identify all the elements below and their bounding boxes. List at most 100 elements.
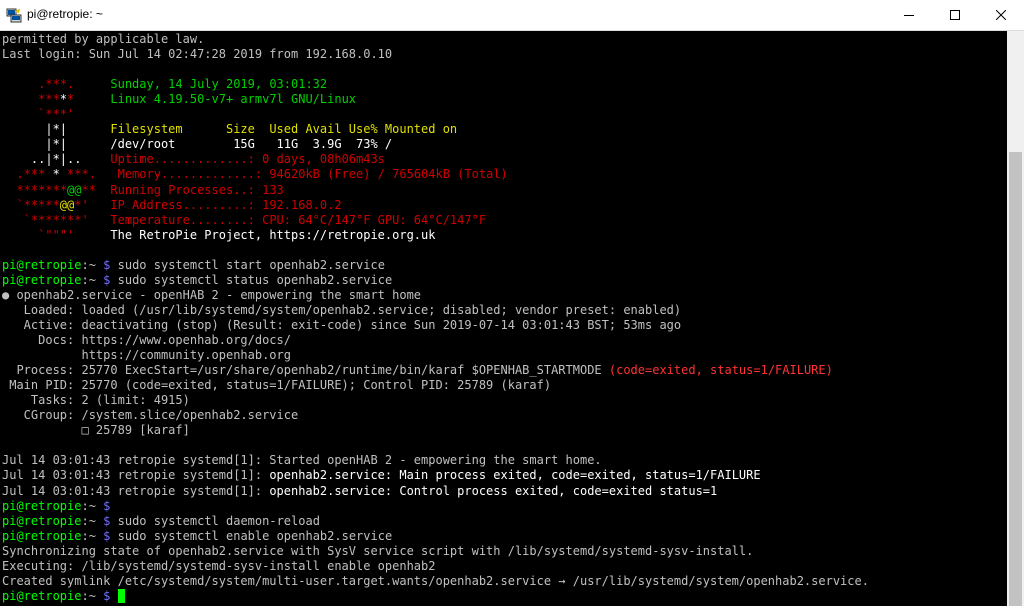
terminal-text: □ 25789 [karaf] (2, 423, 190, 438)
terminal-line: Jul 14 03:01:43 retropie systemd[1]: ope… (2, 484, 717, 499)
terminal-output[interactable]: permitted by applicable law. Last login: … (0, 31, 1007, 606)
terminal-text: Synchronizing state of openhab2.service … (2, 543, 754, 558)
terminal-text: :~ (81, 588, 104, 603)
terminal-line: Process: 25770 ExecStart=/usr/share/open… (2, 363, 832, 378)
terminal-text: Process: 25770 ExecStart=/usr/share/open… (2, 363, 609, 378)
terminal-text: @@ (67, 182, 82, 197)
terminal-window: pi@retropie: ~ permitted by applicable l… (0, 0, 1024, 606)
terminal-line: Executing: /lib/systemd/systemd-sysv-ins… (2, 559, 435, 574)
terminal-text: |*| (2, 122, 111, 137)
terminal-text: CGroup: /system.slice/openhab2.service (2, 408, 299, 423)
terminal-line: pi@retropie:~ $ sudo systemctl daemon-re… (2, 514, 320, 529)
terminal-text: `"""' (2, 227, 111, 242)
terminal-line: Main PID: 25770 (code=exited, status=1/F… (2, 378, 551, 393)
minimize-icon (904, 15, 914, 16)
terminal-text: https://community.openhab.org (2, 348, 291, 363)
terminal-text: sudo systemctl start openhab2.service (110, 257, 385, 272)
terminal-text: Main PID: 25770 (code=exited, status=1/F… (2, 378, 552, 393)
terminal-line: pi@retropie:~ $ (2, 588, 125, 604)
terminal-text: :~ (81, 257, 104, 272)
terminal-text: openhab2.service: Control process exited… (269, 483, 718, 498)
close-button[interactable] (978, 0, 1024, 30)
terminal-text: Tasks: 2 (limit: 4915) (2, 393, 190, 408)
terminal-text: ● openhab2.service - openHAB 2 - empower… (2, 287, 422, 302)
terminal-text: Linux 4.19.50-v7+ armv7l GNU/Linux (110, 92, 357, 107)
terminal-text: pi@retropie (2, 257, 82, 272)
terminal-text: * (52, 167, 60, 182)
terminal-text: .***. (2, 77, 111, 92)
terminal-text: `***' (2, 107, 75, 122)
terminal-text: :~ (81, 528, 104, 543)
terminal-text: pi@retropie (2, 528, 82, 543)
putty-icon (6, 8, 22, 23)
terminal-text: pi@retropie (2, 513, 82, 528)
terminal-text: pi@retropie (2, 498, 82, 513)
terminal-text: *** (2, 92, 60, 107)
terminal-text: openhab2.service: Main process exited, c… (269, 468, 761, 483)
terminal-text: sudo systemctl enable openhab2.service (110, 528, 393, 543)
terminal-text: *' (74, 197, 111, 212)
terminal-text: pi@retropie (2, 588, 82, 603)
terminal-text: Filesystem Size Used Avail Use% Mounted … (110, 122, 458, 137)
terminal-line: ..|*|.. Uptime.............: 0 days, 08h… (2, 152, 385, 167)
terminal-line: pi@retropie:~ $ (2, 499, 110, 514)
maximize-icon (950, 10, 960, 20)
terminal-text: :~ (81, 498, 104, 513)
terminal-text: `***** (2, 197, 60, 212)
terminal-text: ******* (2, 182, 68, 197)
terminal-text: Last login: Sun Jul 14 02:47:28 2019 fro… (2, 47, 393, 62)
terminal-text: Jul 14 03:01:43 retropie systemd[1]: (2, 468, 270, 483)
terminal-line: .***. Sunday, 14 July 2019, 03:01:32 (2, 77, 327, 92)
terminal-text: Jul 14 03:01:43 retropie systemd[1]: (2, 483, 270, 498)
terminal-text: Docs: https://www.openhab.org/docs/ (2, 333, 291, 347)
terminal-line: CGroup: /system.slice/openhab2.service (2, 408, 299, 423)
terminal-line: `"""' The RetroPie Project, https://retr… (2, 228, 435, 243)
terminal-text: * (59, 92, 68, 107)
window-title: pi@retropie: ~ (27, 7, 103, 21)
terminal-text: sudo systemctl status openhab2.service (110, 272, 393, 287)
terminal-line: `*******' Temperature........: CPU: 64°C… (2, 213, 486, 228)
close-icon (996, 10, 1006, 20)
terminal-line: .*** * ***. Memory.............: 94620kB… (2, 167, 508, 182)
terminal-line: Last login: Sun Jul 14 02:47:28 2019 fro… (2, 47, 392, 62)
title-bar[interactable]: pi@retropie: ~ (0, 0, 1024, 31)
terminal-text: Running Processes..: 133 (110, 182, 284, 197)
terminal-line: pi@retropie:~ $ sudo systemctl status op… (2, 273, 392, 288)
terminal-line: `***' (2, 107, 74, 122)
terminal-line: *******@@** Running Processes..: 133 (2, 182, 284, 198)
terminal-text: ..|*|.. (2, 152, 111, 167)
terminal-line: Jul 14 03:01:43 retropie systemd[1]: ope… (2, 468, 761, 483)
terminal-text: Created symlink /etc/systemd/system/mult… (2, 573, 869, 588)
terminal-line: |*| Filesystem Size Used Avail Use% Moun… (2, 122, 457, 137)
terminal-text: Uptime.............: 0 days, 08h06m43s (110, 152, 385, 167)
terminal-cursor (117, 588, 125, 603)
terminal-text: .*** (2, 167, 53, 182)
terminal-text: Memory.............: 94620kB (Free) / 76… (117, 167, 508, 182)
terminal-text: permitted by applicable law. (2, 32, 205, 46)
terminal-text: :~ (81, 513, 104, 528)
terminal-text: `*******' (2, 212, 111, 227)
terminal-line: Active: deactivating (stop) (Result: exi… (2, 318, 681, 333)
scrollbar-thumb[interactable] (1009, 152, 1022, 606)
terminal-line: |*| /dev/root 15G 11G 3.9G 73% / (2, 137, 392, 152)
terminal-text: ***. (59, 167, 118, 182)
terminal-line: ***** Linux 4.19.50-v7+ armv7l GNU/Linux (2, 92, 356, 107)
terminal-text: Sunday, 14 July 2019, 03:01:32 (110, 77, 328, 92)
terminal-line: Jul 14 03:01:43 retropie systemd[1]: Sta… (2, 453, 602, 468)
minimize-button[interactable] (886, 0, 932, 30)
terminal-line: Tasks: 2 (limit: 4915) (2, 393, 190, 408)
terminal-text: pi@retropie (2, 272, 82, 287)
terminal-text: Temperature........: CPU: 64°C/147°F GPU… (110, 212, 487, 227)
terminal-line: □ 25789 [karaf] (2, 423, 190, 438)
maximize-button[interactable] (932, 0, 978, 30)
terminal-text: @@ (59, 197, 75, 212)
terminal-text: Loaded: loaded (/usr/lib/systemd/system/… (2, 302, 682, 317)
terminal-text: $ (103, 498, 111, 513)
terminal-line: Loaded: loaded (/usr/lib/systemd/system/… (2, 303, 681, 318)
terminal-text: Executing: /lib/systemd/systemd-sysv-ins… (2, 558, 436, 573)
terminal-line: Synchronizing state of openhab2.service … (2, 544, 753, 559)
terminal-text: ** (81, 182, 111, 197)
terminal-text: The RetroPie Project, https://retropie.o… (110, 227, 436, 242)
terminal-line: pi@retropie:~ $ sudo systemctl enable op… (2, 529, 392, 544)
